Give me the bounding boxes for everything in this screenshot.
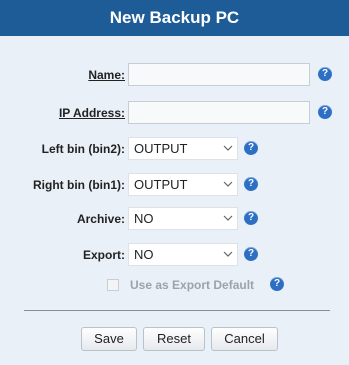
name-label: Name:: [88, 68, 125, 82]
dialog-title: New Backup PC: [0, 0, 349, 36]
help-icon[interactable]: ?: [270, 277, 284, 291]
name-input[interactable]: [128, 63, 310, 86]
export-default-checkbox[interactable]: [107, 279, 119, 291]
right-bin-row: Right bin (bin1): OUTPUT ?: [0, 172, 349, 198]
reset-button[interactable]: Reset: [143, 327, 205, 351]
left-bin-label: Left bin (bin2):: [41, 142, 125, 156]
new-backup-pc-dialog: New Backup PC Name: ? IP Address: ? Left…: [0, 0, 349, 365]
export-select[interactable]: NO: [128, 243, 238, 266]
export-default-row: Use as Export Default ?: [0, 272, 349, 298]
help-icon[interactable]: ?: [244, 177, 258, 191]
ip-address-input[interactable]: [128, 101, 310, 124]
archive-row: Archive: NO ?: [0, 206, 349, 232]
help-icon[interactable]: ?: [244, 247, 258, 261]
save-button[interactable]: Save: [81, 327, 137, 351]
help-icon[interactable]: ?: [244, 141, 258, 155]
chevron-down-icon: [223, 215, 233, 221]
right-bin-value: OUTPUT: [134, 177, 188, 192]
chevron-down-icon: [223, 145, 233, 151]
left-bin-row: Left bin (bin2): OUTPUT ?: [0, 136, 349, 162]
export-label: Export:: [83, 248, 125, 262]
name-row: Name: ?: [0, 62, 349, 88]
export-row: Export: NO ?: [0, 242, 349, 268]
left-bin-value: OUTPUT: [134, 141, 188, 156]
ip-address-label: IP Address:: [58, 106, 125, 120]
archive-label: Archive:: [76, 212, 125, 226]
chevron-down-icon: [223, 181, 233, 187]
chevron-down-icon: [223, 251, 233, 257]
right-bin-select[interactable]: OUTPUT: [128, 173, 238, 196]
help-icon[interactable]: ?: [318, 67, 332, 81]
help-icon[interactable]: ?: [318, 105, 332, 119]
help-icon[interactable]: ?: [244, 211, 258, 225]
divider: [24, 310, 330, 311]
ip-address-row: IP Address: ?: [0, 100, 349, 126]
export-default-label: Use as Export Default: [130, 278, 255, 292]
left-bin-select[interactable]: OUTPUT: [128, 137, 238, 160]
export-value: NO: [134, 247, 154, 262]
archive-value: NO: [134, 211, 154, 226]
right-bin-label: Right bin (bin1):: [33, 178, 125, 192]
cancel-button[interactable]: Cancel: [211, 327, 278, 351]
archive-select[interactable]: NO: [128, 207, 238, 230]
